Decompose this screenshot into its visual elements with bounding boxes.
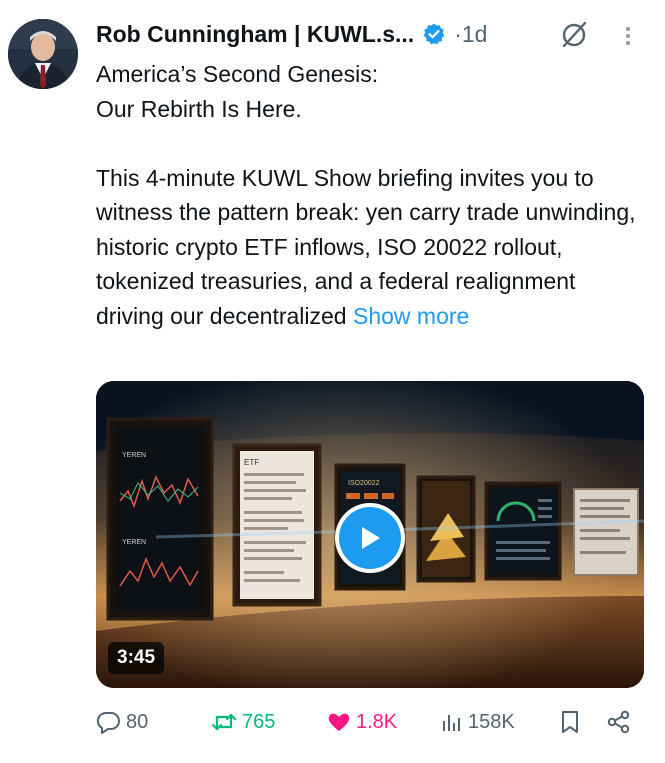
panel-label: YEREN [122,539,146,546]
views-button[interactable]: 158K [440,706,515,738]
video-duration: 3:45 [108,642,165,674]
reply-button[interactable]: 80 [96,706,148,738]
grok-icon[interactable] [558,18,590,50]
views-icon [443,715,460,731]
reply-count: 80 [126,710,149,733]
tweet-header: Rob Cunningham | KUWL.s... ·1d [96,14,656,54]
like-icon [328,713,350,731]
tweet-text: America’s Second Genesis: Our Rebirth Is… [96,57,646,333]
share-button[interactable] [606,706,636,738]
timestamp[interactable]: ·1d [454,21,487,48]
play-button[interactable] [335,503,405,573]
tweet-line: Our Rebirth Is Here. [96,95,302,122]
more-options-icon[interactable] [622,24,634,48]
bookmark-button[interactable] [558,706,586,738]
reply-icon [96,711,120,734]
play-icon [362,527,380,549]
separator-dot: · [454,20,462,47]
retweet-button[interactable]: 765 [210,706,275,738]
avatar[interactable] [8,19,78,89]
retweet-count: 765 [242,710,276,733]
views-count: 158K [468,710,515,733]
show-more-link[interactable]: Show more [353,303,469,329]
verified-badge-icon [423,23,445,45]
tweet-body: This 4-minute KUWL Show briefing invites… [96,161,646,334]
retweet-icon [211,713,237,731]
author-name[interactable]: Rob Cunningham | KUWL.s... [96,21,414,48]
panel-label: YEREN [122,452,146,459]
share-icon [607,710,630,734]
bookmark-icon [562,711,578,733]
video-player[interactable]: YEREN YEREN ETF ISO20022 3:45 [96,381,644,688]
time-label: 1d [461,20,488,47]
panel-label: ISO20022 [348,480,380,487]
tweet-actions: 80 765 1.8K 158K [96,706,644,738]
like-count: 1.8K [356,710,398,733]
tweet-line: America’s Second Genesis: [96,61,379,87]
panel-label: ETF [244,458,259,467]
like-button[interactable]: 1.8K [326,706,397,738]
